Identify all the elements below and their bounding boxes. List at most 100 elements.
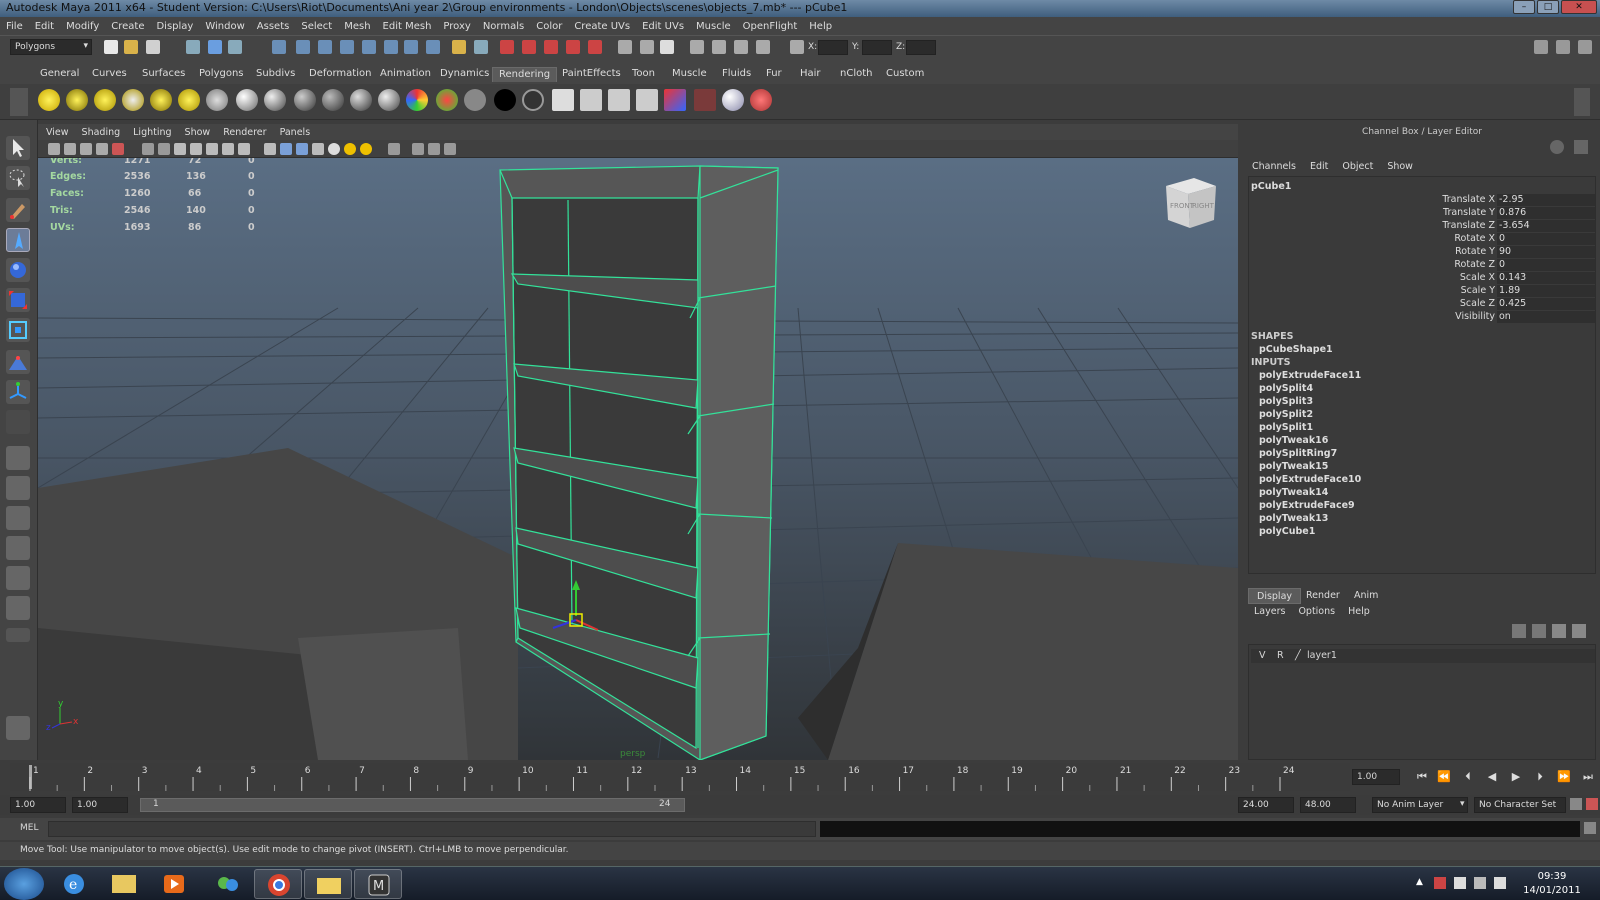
layer-row[interactable]: V R ╱ layer1 (1251, 649, 1595, 663)
menu-color[interactable]: Color (536, 21, 562, 32)
input-list-icon[interactable] (474, 40, 488, 54)
layer-display-type-toggle[interactable]: R (1277, 650, 1284, 661)
phong-e-icon[interactable] (350, 89, 372, 111)
render-sphere-icon[interactable] (722, 89, 744, 111)
paint-select-tool-icon[interactable] (6, 198, 30, 222)
animation-start-field[interactable]: 1.00 (10, 797, 66, 813)
channel-value[interactable]: 0.143 (1497, 272, 1595, 284)
tool-settings-icon[interactable] (640, 40, 654, 54)
step-forward-key-icon[interactable]: ⏩ (1556, 770, 1572, 783)
messenger-icon[interactable] (204, 869, 252, 899)
rotate-tool-icon[interactable] (6, 258, 30, 282)
input-node[interactable]: polyTweak13 (1259, 513, 1328, 524)
viewport-scene[interactable]: Verts: 1271 72 0 Edges: 2536 136 0 Faces… (38, 158, 1238, 760)
channel-value[interactable]: 1.89 (1497, 285, 1595, 297)
animation-end-field[interactable]: 48.00 (1300, 797, 1356, 813)
tab-curves[interactable]: Curves (86, 67, 133, 82)
chevron-down-icon[interactable]: ▾ (1460, 799, 1465, 809)
menu-edit-mesh[interactable]: Edit Mesh (383, 21, 432, 32)
y-input[interactable] (862, 40, 892, 55)
channel-value[interactable]: 0 (1497, 259, 1595, 271)
channel-object-menu[interactable]: Object (1342, 161, 1373, 172)
ambient-light-icon[interactable] (38, 89, 60, 111)
channel-row[interactable]: Rotate X0 (1249, 233, 1595, 246)
shelf-scroll-icon[interactable] (1574, 88, 1590, 116)
viewport-menu-show[interactable]: Show (185, 127, 211, 138)
menu-assets[interactable]: Assets (257, 21, 290, 32)
tab-toon[interactable]: Toon (626, 67, 661, 82)
anisotropic-icon[interactable] (236, 89, 258, 111)
playback-start-field[interactable]: 1.00 (72, 797, 128, 813)
x-input[interactable] (818, 40, 848, 55)
tab-animation[interactable]: Animation (374, 67, 437, 82)
range-slider-bar[interactable]: 1 24 (140, 798, 685, 812)
hypershade-icon[interactable] (566, 40, 580, 54)
phong-icon[interactable] (322, 89, 344, 111)
step-back-key-icon[interactable]: ⏪ (1436, 770, 1452, 783)
channel-box-toggle-icon[interactable] (660, 40, 674, 54)
layout-graph-icon[interactable] (756, 40, 770, 54)
lock-icon[interactable] (452, 40, 466, 54)
tab-general[interactable]: General (34, 67, 85, 82)
key-icon[interactable] (1570, 798, 1582, 810)
input-node[interactable]: polyTweak16 (1259, 435, 1328, 446)
show-manipulator-icon[interactable] (6, 380, 30, 404)
channel-row[interactable]: Rotate Y 90 (1249, 246, 1595, 259)
layer-help-menu[interactable]: Help (1348, 606, 1370, 617)
layout-single-icon[interactable] (690, 40, 704, 54)
start-button[interactable] (4, 868, 44, 900)
outliner-persp-layout-icon[interactable] (6, 506, 30, 530)
select-object-icon[interactable] (208, 40, 222, 54)
go-to-start-icon[interactable]: ⏮ (1414, 770, 1430, 784)
viewport-menu-renderer[interactable]: Renderer (223, 127, 266, 138)
camera-icon[interactable] (206, 89, 228, 111)
layers-menu[interactable]: Layers (1254, 606, 1285, 617)
command-input[interactable] (48, 821, 816, 837)
image-plane-icon[interactable] (96, 143, 108, 155)
network-icon[interactable] (1474, 877, 1486, 889)
menu-help[interactable]: Help (809, 21, 832, 32)
snap-grid-icon[interactable] (362, 40, 376, 54)
open-scene-icon[interactable] (124, 40, 138, 54)
channel-box-settings-icon[interactable] (1550, 140, 1564, 154)
close-button[interactable]: ✕ (1561, 0, 1597, 14)
tab-display[interactable]: Display (1248, 588, 1302, 604)
file-explorer-icon[interactable] (100, 869, 148, 899)
layout-collapse-icon[interactable] (6, 628, 30, 642)
tab-painteffects[interactable]: PaintEffects (556, 67, 627, 82)
input-node[interactable]: polyExtrudeFace9 (1259, 500, 1355, 511)
xray-icon[interactable] (412, 143, 424, 155)
select-camera-icon[interactable] (48, 143, 60, 155)
spot-light-icon[interactable] (122, 89, 144, 111)
layout-four-icon[interactable] (712, 40, 726, 54)
ipr-render-shelf-icon[interactable] (636, 89, 658, 111)
move-tool-icon[interactable] (6, 228, 30, 252)
channel-row[interactable]: Rotate Z0 (1249, 259, 1595, 272)
menu-proxy[interactable]: Proxy (443, 21, 470, 32)
camera-attributes-icon[interactable] (64, 143, 76, 155)
menu-openflight[interactable]: OpenFlight (743, 21, 798, 32)
internet-explorer-icon[interactable]: e (50, 869, 98, 899)
channel-row[interactable]: Scale Y 1.89 (1249, 285, 1595, 298)
input-node[interactable]: polySplit3 (1259, 396, 1313, 407)
channel-value[interactable]: -3.654 (1497, 220, 1595, 232)
tab-anim[interactable]: Anim (1346, 588, 1386, 604)
maximize-button[interactable]: □ (1537, 0, 1559, 14)
clock-date[interactable]: 14/01/2011 (1522, 885, 1582, 896)
area-light-icon[interactable] (150, 89, 172, 111)
persp-graph-layout-icon[interactable] (6, 536, 30, 560)
channel-row[interactable]: Translate Z -3.654 (1249, 220, 1595, 233)
shape-node[interactable]: pCubeShape1 (1259, 344, 1333, 355)
input-node[interactable]: polySplit4 (1259, 383, 1313, 394)
use-all-lights-icon[interactable] (344, 143, 356, 155)
select-hierarchy-icon[interactable] (186, 40, 200, 54)
paint-brush-icon[interactable] (750, 89, 772, 111)
four-pane-layout-icon[interactable] (6, 476, 30, 500)
point-light-icon[interactable] (94, 89, 116, 111)
clock-time[interactable]: 09:39 (1522, 871, 1582, 882)
channel-box-pin-icon[interactable] (1574, 140, 1588, 154)
tab-rendering[interactable]: Rendering (492, 67, 558, 82)
channel-row[interactable]: Visibility on (1249, 311, 1595, 324)
move-layer-up-icon[interactable] (1512, 624, 1526, 638)
menu-modify[interactable]: Modify (66, 21, 99, 32)
